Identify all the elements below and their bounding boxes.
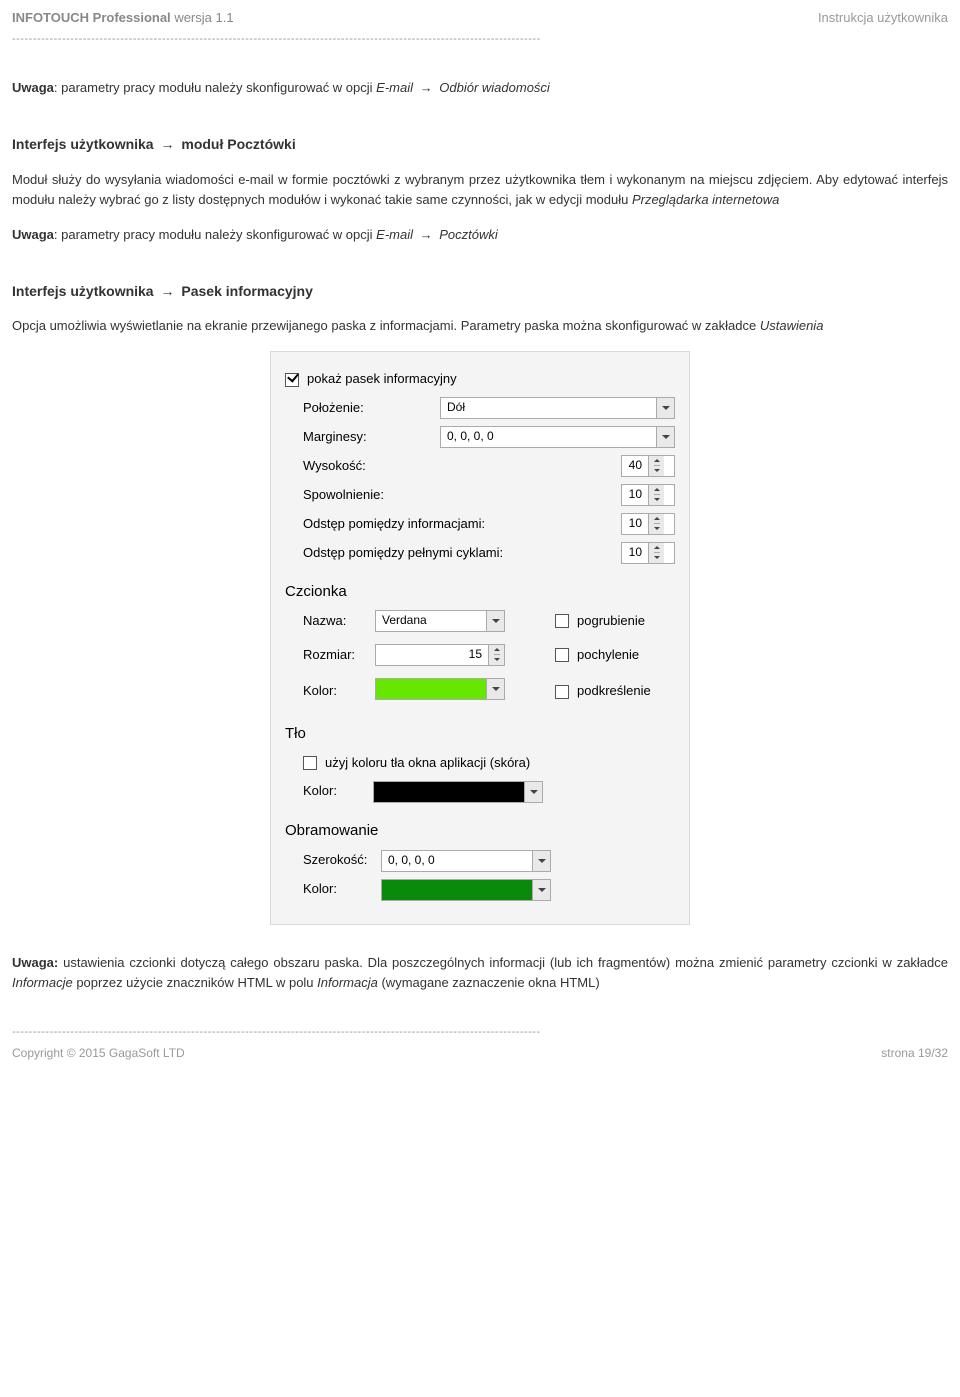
postcards-description: Moduł służy do wysyłania wiadomości e-ma… <box>12 170 948 212</box>
heading-infobar: Interfejs użytkownika → Pasek informacyj… <box>12 280 948 302</box>
gap-info-label: Odstęp pomiędzy informacjami: <box>303 514 485 535</box>
height-spinner[interactable]: 40 <box>621 455 675 477</box>
border-width-label: Szerokość: <box>303 850 373 871</box>
product-version: wersja 1.1 <box>174 10 233 25</box>
copyright: Copyright © 2015 GagaSoft LTD <box>12 1044 185 1063</box>
chevron-down-icon <box>654 495 660 505</box>
font-color-picker[interactable] <box>375 678 505 700</box>
border-color-picker[interactable] <box>381 879 551 901</box>
checkbox-icon <box>555 614 569 628</box>
chevron-down-icon <box>532 851 550 871</box>
chevron-down-icon <box>532 880 550 900</box>
bg-color-label: Kolor: <box>303 781 365 802</box>
chevron-up-icon <box>494 645 500 655</box>
font-size-spinner[interactable]: 15 <box>375 644 505 666</box>
page-header: INFOTOUCH Professional wersja 1.1 Instru… <box>12 8 948 29</box>
border-section-title: Obramowanie <box>285 819 675 843</box>
chevron-down-icon <box>494 655 500 665</box>
color-swatch <box>374 782 524 802</box>
gap-cycles-label: Odstęp pomiędzy pełnymi cyklami: <box>303 543 503 564</box>
chevron-down-icon <box>654 553 660 563</box>
position-dropdown[interactable]: Dół <box>440 397 675 419</box>
chevron-down-icon <box>654 524 660 534</box>
slowdown-spinner[interactable]: 10 <box>621 484 675 506</box>
margins-field[interactable]: 0, 0, 0, 0 <box>440 426 675 448</box>
chevron-up-icon <box>654 514 660 524</box>
checkbox-icon <box>555 648 569 662</box>
color-swatch <box>382 880 532 900</box>
chevron-up-icon <box>654 543 660 553</box>
bold-checkbox[interactable]: pogrubienie <box>555 611 675 632</box>
slowdown-label: Spowolnienie: <box>303 485 384 506</box>
divider-bottom: ----------------------------------------… <box>12 1024 948 1042</box>
show-infobar-label: pokaż pasek informacyjny <box>307 369 457 390</box>
height-label: Wysokość: <box>303 456 366 477</box>
use-app-bg-checkbox[interactable]: użyj koloru tła okna aplikacji (skóra) <box>303 753 530 774</box>
chevron-down-icon <box>486 679 504 699</box>
infobar-description: Opcja umożliwia wyświetlanie na ekranie … <box>12 316 948 337</box>
chevron-down-icon <box>524 782 542 802</box>
italic-checkbox[interactable]: pochylenie <box>555 645 675 666</box>
border-color-label: Kolor: <box>303 879 373 900</box>
position-label: Położenie: <box>303 398 364 419</box>
checkbox-icon <box>555 685 569 699</box>
gap-info-spinner[interactable]: 10 <box>621 513 675 535</box>
note-3: Uwaga: ustawienia czcionki dotyczą całeg… <box>12 953 948 995</box>
chevron-down-icon <box>486 611 504 631</box>
font-name-label: Nazwa: <box>303 611 365 632</box>
checkbox-icon <box>303 756 317 770</box>
font-size-label: Rozmiar: <box>303 645 365 666</box>
chevron-up-icon <box>654 485 660 495</box>
border-width-field[interactable]: 0, 0, 0, 0 <box>381 850 551 872</box>
color-swatch <box>376 679 486 699</box>
chevron-down-icon <box>656 398 674 418</box>
page-number: strona 19/32 <box>881 1044 948 1063</box>
margins-label: Marginesy: <box>303 427 367 448</box>
chevron-down-icon <box>656 427 674 447</box>
note-1: Uwaga: parametry pracy modułu należy sko… <box>12 78 948 99</box>
heading-postcards: Interfejs użytkownika → moduł Pocztówki <box>12 133 948 155</box>
gap-cycles-spinner[interactable]: 10 <box>621 542 675 564</box>
show-infobar-checkbox[interactable]: pokaż pasek informacyjny <box>285 369 457 390</box>
chevron-down-icon <box>654 466 660 476</box>
product-name: INFOTOUCH Professional <box>12 10 171 25</box>
bg-section-title: Tło <box>285 722 675 746</box>
font-color-label: Kolor: <box>303 681 365 702</box>
checkmark-icon <box>285 373 299 387</box>
divider-top: ----------------------------------------… <box>12 31 948 49</box>
header-left: INFOTOUCH Professional wersja 1.1 <box>12 8 234 29</box>
bg-color-picker[interactable] <box>373 781 543 803</box>
underline-checkbox[interactable]: podkreślenie <box>555 681 675 702</box>
font-name-dropdown[interactable]: Verdana <box>375 610 505 632</box>
infobar-settings-panel: pokaż pasek informacyjny Położenie: Dół … <box>270 351 690 924</box>
font-section-title: Czcionka <box>285 580 675 604</box>
chevron-up-icon <box>654 456 660 466</box>
note-2: Uwaga: parametry pracy modułu należy sko… <box>12 225 948 246</box>
header-right: Instrukcja użytkownika <box>818 8 948 29</box>
page-footer: Copyright © 2015 GagaSoft LTD strona 19/… <box>12 1044 948 1063</box>
